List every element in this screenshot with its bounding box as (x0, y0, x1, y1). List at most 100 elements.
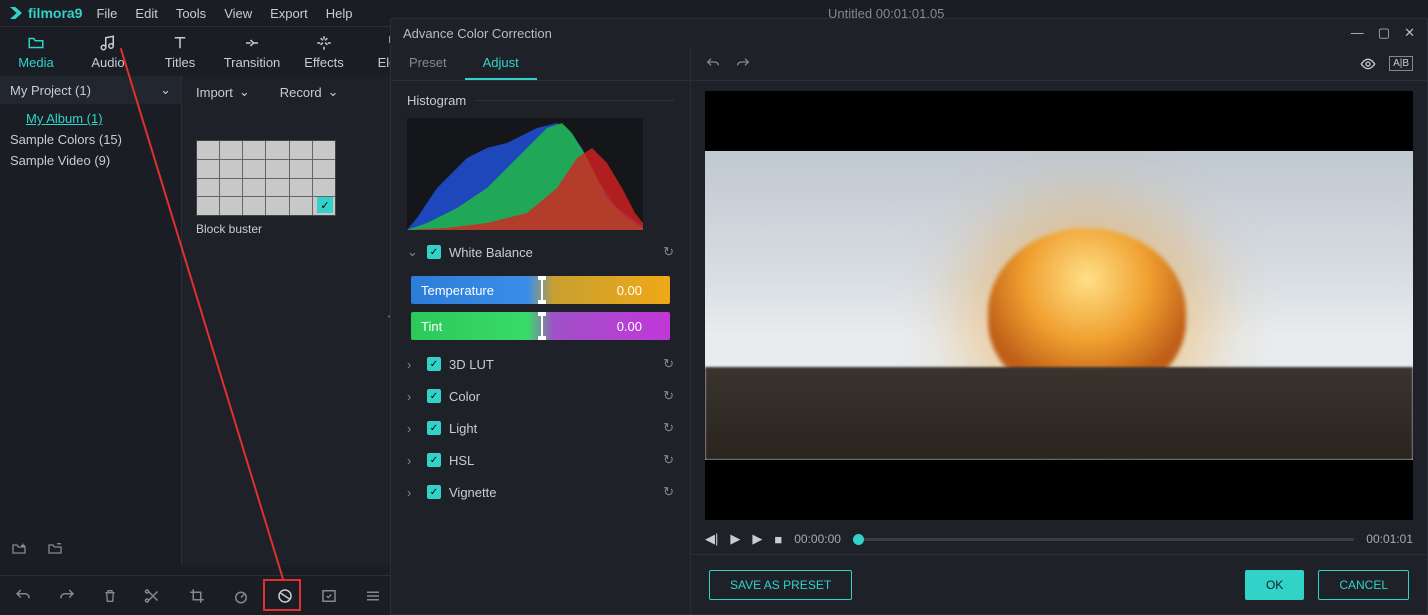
seek-handle[interactable] (853, 534, 864, 545)
tab-effects[interactable]: Effects (288, 27, 360, 76)
chevron-down-icon: ⌄ (160, 82, 171, 98)
chevron-right-icon: › (407, 453, 421, 468)
seek-bar[interactable] (853, 538, 1354, 541)
checkbox-icon[interactable]: ✓ (427, 357, 441, 371)
menu-view[interactable]: View (224, 6, 252, 21)
menu-file[interactable]: File (96, 6, 117, 21)
color-icon[interactable] (276, 587, 294, 605)
text-icon (171, 34, 189, 52)
crop-icon[interactable] (188, 587, 206, 605)
save-preset-button[interactable]: SAVE AS PRESET (709, 570, 852, 600)
new-folder-icon[interactable] (10, 541, 28, 557)
project-album[interactable]: My Album (1) (0, 108, 181, 129)
transition-icon (243, 34, 261, 52)
compare-icon[interactable]: A|B (1389, 56, 1413, 71)
main-menu: File Edit Tools View Export Help (96, 6, 352, 21)
histogram (407, 118, 643, 230)
undo-icon[interactable] (14, 587, 32, 605)
folder-icon (27, 34, 45, 52)
reset-icon[interactable]: ↻ (663, 388, 674, 404)
delete-icon[interactable] (102, 587, 118, 605)
maximize-icon[interactable]: ▢ (1378, 25, 1390, 41)
speed-icon[interactable] (232, 587, 250, 605)
thumb-preview: ✓ (196, 140, 336, 216)
menu-export[interactable]: Export (270, 6, 308, 21)
tab-audio[interactable]: Audio (72, 27, 144, 76)
checkbox-icon[interactable]: ✓ (427, 485, 441, 499)
section-hsl[interactable]: › ✓ HSL ↻ (391, 444, 690, 476)
preview-panel: A|B ◀| ▶ ▶ ■ 00:00:00 00:01:01 SA (691, 47, 1427, 614)
duration: 00:01:01 (1366, 532, 1413, 546)
project-sidebar: My Project (1) ⌄ My Album (1) Sample Col… (0, 76, 182, 565)
music-icon (99, 34, 117, 52)
color-correction-dialog: Advance Color Correction ― ▢ ✕ Preset Ad… (390, 18, 1428, 615)
play-icon[interactable]: ▶ (752, 531, 762, 547)
chevron-right-icon: › (407, 485, 421, 500)
play-back-icon[interactable]: ▶ (730, 531, 740, 547)
project-item[interactable]: Sample Video (9) (0, 150, 181, 171)
stop-icon[interactable]: ■ (774, 532, 782, 547)
chevron-down-icon: ⌄ (239, 84, 250, 100)
close-icon[interactable]: ✕ (1404, 25, 1415, 41)
reset-icon[interactable]: ↻ (663, 356, 674, 372)
slider-temperature[interactable]: Temperature 0.00 (411, 276, 670, 304)
reset-icon[interactable]: ↻ (663, 484, 674, 500)
checkbox-icon[interactable]: ✓ (427, 245, 441, 259)
project-item[interactable]: Sample Colors (15) (0, 129, 181, 150)
import-dropdown[interactable]: Import ⌄ (196, 84, 250, 100)
record-dropdown[interactable]: Record ⌄ (280, 84, 339, 100)
checkbox-icon[interactable]: ✓ (427, 421, 441, 435)
menu-edit[interactable]: Edit (135, 6, 157, 21)
cancel-button[interactable]: CANCEL (1318, 570, 1409, 600)
slider-handle[interactable] (541, 312, 543, 340)
current-time: 00:00:00 (794, 532, 841, 546)
tab-transition[interactable]: Transition (216, 27, 288, 76)
reset-icon[interactable]: ↻ (663, 452, 674, 468)
chevron-right-icon: › (407, 421, 421, 436)
section-light[interactable]: › ✓ Light ↻ (391, 412, 690, 444)
check-icon: ✓ (317, 197, 333, 213)
tab-adjust[interactable]: Adjust (465, 47, 537, 80)
adjust-panel: Preset Adjust Histogram ⌄ ✓ White Balanc… (391, 47, 691, 614)
section-white-balance[interactable]: ⌄ ✓ White Balance ↻ (391, 236, 690, 268)
delete-folder-icon[interactable] (46, 541, 64, 557)
menu-help[interactable]: Help (326, 6, 353, 21)
undo-icon[interactable] (705, 56, 721, 72)
thumb-caption: Block buster (196, 222, 336, 236)
player-controls: ◀| ▶ ▶ ■ 00:00:00 00:01:01 (691, 524, 1427, 554)
settings-icon[interactable] (364, 587, 382, 605)
slider-handle[interactable] (541, 276, 543, 304)
checkbox-icon[interactable]: ✓ (427, 453, 441, 467)
ok-button[interactable]: OK (1245, 570, 1304, 600)
histogram-label: Histogram (391, 81, 690, 112)
prev-frame-icon[interactable]: ◀| (705, 531, 718, 547)
tab-media[interactable]: Media (0, 27, 72, 76)
media-thumb[interactable]: ✓ Block buster (196, 140, 336, 236)
section-vignette[interactable]: › ✓ Vignette ↻ (391, 476, 690, 508)
project-root[interactable]: My Project (1) ⌄ (0, 76, 181, 104)
eye-icon[interactable] (1359, 56, 1377, 72)
app-logo: filmora9 (8, 5, 82, 21)
media-pane: Import ⌄ Record ⌄ ✓ Block buster ◀ (182, 76, 390, 565)
redo-icon[interactable] (58, 587, 76, 605)
reset-icon[interactable]: ↻ (663, 420, 674, 436)
section-3dlut[interactable]: › ✓ 3D LUT ↻ (391, 348, 690, 380)
chevron-down-icon: ⌄ (407, 244, 421, 260)
checkbox-icon[interactable]: ✓ (427, 389, 441, 403)
slider-tint[interactable]: Tint 0.00 (411, 312, 670, 340)
menu-tools[interactable]: Tools (176, 6, 206, 21)
chevron-down-icon: ⌄ (328, 84, 339, 100)
minimize-icon[interactable]: ― (1351, 25, 1364, 41)
reset-icon[interactable]: ↻ (663, 244, 674, 260)
tab-preset[interactable]: Preset (391, 47, 465, 80)
tab-titles[interactable]: Titles (144, 27, 216, 76)
cut-icon[interactable] (144, 587, 162, 605)
redo-icon[interactable] (735, 56, 751, 72)
section-color[interactable]: › ✓ Color ↻ (391, 380, 690, 412)
dialog-titlebar: Advance Color Correction ― ▢ ✕ (391, 19, 1427, 47)
sparkle-icon (315, 34, 333, 52)
green-screen-icon[interactable] (320, 587, 338, 605)
chevron-right-icon: › (407, 357, 421, 372)
video-preview (705, 91, 1413, 520)
chevron-right-icon: › (407, 389, 421, 404)
